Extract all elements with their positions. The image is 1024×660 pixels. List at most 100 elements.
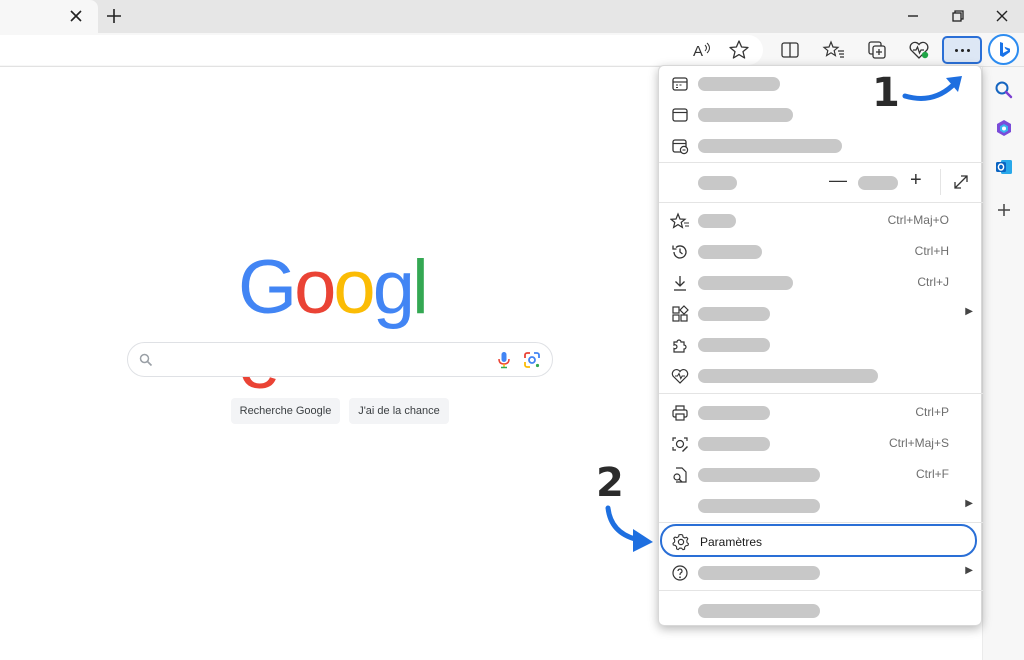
menu-label-placeholder xyxy=(698,566,820,580)
favorites-list-icon[interactable] xyxy=(822,38,846,62)
svg-text:A: A xyxy=(693,43,703,60)
split-screen-icon[interactable] xyxy=(778,38,802,62)
more-dots-icon xyxy=(953,48,971,52)
menu-item-screenshot[interactable]: Ctrl+Maj+S xyxy=(659,428,983,459)
toolbar: A xyxy=(0,33,1024,67)
google-lens-icon[interactable] xyxy=(523,351,541,369)
menu-item-history[interactable]: Ctrl+H xyxy=(659,236,983,267)
apps-icon xyxy=(672,305,689,322)
google-logo: Google xyxy=(238,245,440,401)
menu-label-placeholder xyxy=(698,499,820,513)
print-icon xyxy=(672,405,688,421)
read-aloud-icon[interactable]: A xyxy=(690,38,714,62)
menu-item-inprivate-window[interactable] xyxy=(659,130,983,161)
search-icon[interactable] xyxy=(993,79,1015,101)
microphone-icon[interactable] xyxy=(497,351,511,369)
shortcut-text: Ctrl+Maj+S xyxy=(888,436,949,450)
office-icon[interactable] xyxy=(993,117,1015,139)
close-icon[interactable] xyxy=(991,5,1013,27)
menu-item-find-on-page[interactable]: Ctrl+F xyxy=(659,459,983,490)
menu-item-settings[interactable]: Paramètres xyxy=(660,524,977,557)
menu-item-favorites[interactable]: Ctrl+Maj+O xyxy=(659,205,983,236)
edge-sidebar xyxy=(982,67,1024,660)
menu-item-zoom: — + xyxy=(659,167,983,198)
menu-label-placeholder xyxy=(698,108,793,122)
menu-label-placeholder xyxy=(698,276,793,290)
google-search-input[interactable] xyxy=(127,342,553,377)
menu-item-help[interactable]: ▶ xyxy=(659,557,983,588)
outlook-icon[interactable] xyxy=(993,156,1015,178)
search-icon xyxy=(139,353,153,367)
shortcut-text: Ctrl+H xyxy=(914,244,949,258)
new-tab-icon xyxy=(672,77,688,91)
screenshot-icon xyxy=(672,437,688,452)
address-input[interactable]: A xyxy=(0,35,763,65)
menu-label-placeholder xyxy=(698,406,770,420)
menu-label-placeholder xyxy=(698,139,842,153)
logo-letter: G xyxy=(238,245,297,330)
extensions-icon xyxy=(673,339,687,353)
menu-label-placeholder xyxy=(698,77,780,91)
bing-copilot-icon xyxy=(999,41,1010,57)
shortcut-text: Ctrl+P xyxy=(915,405,949,419)
menu-label-placeholder xyxy=(698,338,770,352)
favorite-star-icon[interactable] xyxy=(727,38,751,62)
zoom-level-placeholder xyxy=(858,176,898,190)
logo-letter: l xyxy=(411,245,429,330)
submenu-arrow-icon: ▶ xyxy=(965,565,973,576)
menu-item-print[interactable]: Ctrl+P xyxy=(659,397,983,428)
help-icon xyxy=(672,565,688,581)
close-icon[interactable] xyxy=(66,6,86,26)
restore-icon[interactable] xyxy=(947,5,969,27)
menu-label-placeholder xyxy=(698,468,820,482)
im-feeling-lucky-button[interactable]: J'ai de la chance xyxy=(349,398,449,424)
logo-letter: o xyxy=(333,245,375,330)
step-number-2: 2 xyxy=(596,460,624,506)
zoom-out-button[interactable]: — xyxy=(829,170,847,191)
menu-label-placeholder xyxy=(698,176,737,190)
menu-item-downloads[interactable]: Ctrl+J xyxy=(659,267,983,298)
fullscreen-icon[interactable] xyxy=(952,173,970,191)
shortcut-text: Ctrl+F xyxy=(916,467,949,481)
downloads-icon xyxy=(674,276,686,291)
google-search-button[interactable]: Recherche Google xyxy=(231,398,340,424)
zoom-divider xyxy=(940,169,941,195)
bing-copilot-button[interactable] xyxy=(988,34,1019,65)
tab-strip xyxy=(0,0,1024,33)
browser-essentials-icon[interactable] xyxy=(907,38,931,62)
menu-label-placeholder xyxy=(698,307,770,321)
browser-tab[interactable] xyxy=(0,0,98,33)
menu-label-placeholder xyxy=(698,245,762,259)
find-on-page-icon xyxy=(673,467,687,483)
menu-label-placeholder xyxy=(698,214,736,228)
minimize-icon[interactable] xyxy=(902,5,924,27)
menu-item-apps[interactable]: ▶ xyxy=(659,298,983,329)
history-icon xyxy=(672,245,687,259)
favorites-icon xyxy=(670,212,689,229)
menu-item-more-tools[interactable]: ▶ xyxy=(659,490,983,521)
menu-label-placeholder xyxy=(698,604,820,618)
shortcut-text: Ctrl+Maj+O xyxy=(887,213,949,227)
menu-divider xyxy=(659,393,983,394)
add-icon[interactable] xyxy=(993,199,1015,221)
collections-icon[interactable] xyxy=(865,38,889,62)
more-options-button[interactable] xyxy=(942,36,982,64)
settings-label: Paramètres xyxy=(700,535,763,549)
menu-item-browser-essentials[interactable] xyxy=(659,360,983,391)
menu-item-extensions[interactable] xyxy=(659,329,983,360)
menu-divider xyxy=(659,202,983,203)
submenu-arrow-icon: ▶ xyxy=(965,498,973,509)
menu-label-placeholder xyxy=(698,369,878,383)
submenu-arrow-icon: ▶ xyxy=(965,306,973,317)
inprivate-window-icon xyxy=(672,139,689,155)
menu-label-placeholder xyxy=(698,437,770,451)
menu-divider xyxy=(659,522,983,523)
plus-icon[interactable] xyxy=(103,5,125,27)
zoom-in-button[interactable]: + xyxy=(910,169,922,192)
step-arrow-2 xyxy=(605,505,653,552)
menu-item-close-edge[interactable] xyxy=(659,595,983,626)
shortcut-text: Ctrl+J xyxy=(917,275,949,289)
menu-divider xyxy=(659,162,983,163)
logo-letter: g xyxy=(372,245,415,330)
step-arrow-1 xyxy=(902,76,962,101)
